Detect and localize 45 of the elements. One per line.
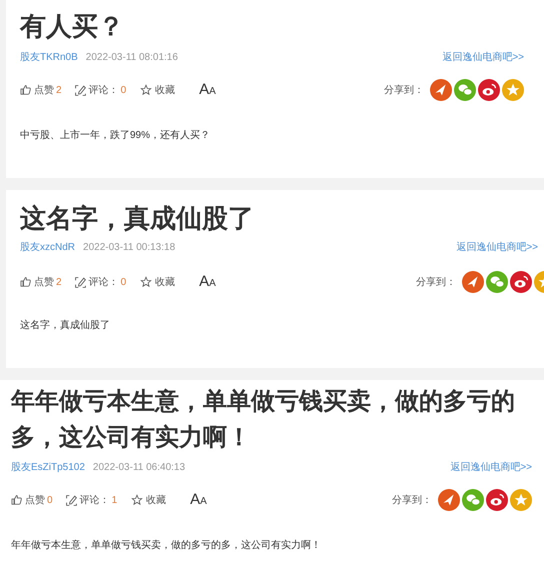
comment-button[interactable]: 评论： 1 <box>64 492 118 508</box>
eye-swirl-icon[interactable] <box>510 271 532 294</box>
pencil-bracket-icon[interactable] <box>64 494 78 507</box>
eye-swirl-icon[interactable] <box>478 79 500 102</box>
like-button[interactable]: 点赞 0 <box>11 492 53 508</box>
post-title: 这名字，真成仙股了 <box>20 202 255 235</box>
star-outline-icon[interactable] <box>131 494 144 506</box>
post-time: 2022-03-11 00:13:18 <box>83 241 176 255</box>
eye-swirl-icon[interactable] <box>486 489 508 512</box>
post-body: 这名字，真成仙股了 <box>20 318 111 332</box>
post-title: 有人买？ <box>20 10 125 43</box>
share-label: 分享到： <box>392 494 432 508</box>
chat-bubbles-icon[interactable] <box>486 271 508 294</box>
post-title: 年年做亏本生意，单单做亏钱买卖，做的多亏的多，这公司有实力啊！ <box>11 387 516 453</box>
thumbs-up-icon[interactable] <box>20 84 32 96</box>
comment-count: 0 <box>120 276 126 290</box>
like-count: 0 <box>47 494 53 508</box>
collect-button[interactable]: 收藏 <box>131 492 166 508</box>
chat-bubbles-icon[interactable] <box>454 79 476 102</box>
collect-button[interactable]: 收藏 <box>140 82 176 98</box>
comment-button[interactable]: 评论： 0 <box>74 82 126 98</box>
star-outline-icon[interactable] <box>140 276 152 288</box>
like-button[interactable]: 点赞 2 <box>20 274 62 290</box>
post-time: 2022-03-11 08:01:16 <box>86 51 178 65</box>
comment-button[interactable]: 评论： 0 <box>74 274 126 290</box>
comment-count: 1 <box>112 494 118 508</box>
comment-count: 0 <box>120 84 126 98</box>
post-body: 中亏股、上市一年，跌了99%，还有人买？ <box>20 128 212 142</box>
like-button[interactable]: 点赞 2 <box>20 82 62 98</box>
share-label: 分享到： <box>416 276 456 290</box>
post-body: 年年做亏本生意，单单做亏钱买卖，做的多亏的多，这公司有实力啊！ <box>11 538 322 552</box>
font-size-button[interactable]: AA <box>199 271 216 294</box>
thumbs-up-icon[interactable] <box>20 276 32 288</box>
like-count: 2 <box>56 276 62 290</box>
post-time: 2022-03-11 06:40:13 <box>92 461 186 475</box>
thumbs-up-icon[interactable] <box>11 494 23 506</box>
collect-button[interactable]: 收藏 <box>140 274 176 290</box>
share-label: 分享到： <box>384 84 424 98</box>
like-count: 2 <box>56 84 62 98</box>
pencil-bracket-icon[interactable] <box>74 276 87 289</box>
font-size-button[interactable]: AA <box>190 489 207 512</box>
pencil-bracket-icon[interactable] <box>74 84 87 97</box>
chat-bubbles-icon[interactable] <box>462 489 484 512</box>
font-size-button[interactable]: AA <box>199 79 216 102</box>
star-outline-icon[interactable] <box>140 84 152 96</box>
